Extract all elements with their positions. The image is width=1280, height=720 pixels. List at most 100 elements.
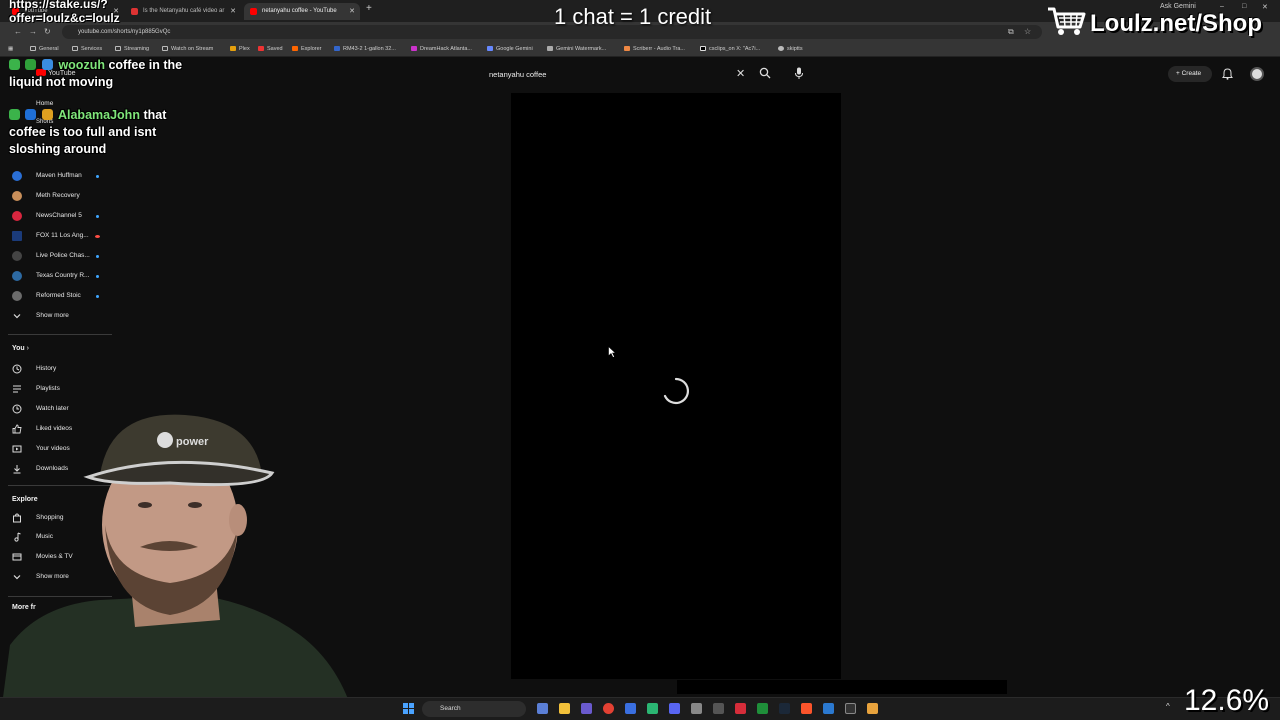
minimize-icon[interactable]: – xyxy=(1220,3,1224,10)
bookmark-saved[interactable]: Saved xyxy=(258,46,283,52)
scriberr-icon xyxy=(624,46,630,51)
notepad-icon[interactable] xyxy=(823,703,834,714)
bookmark-csclips[interactable]: csclips_on X: "Ac7i... xyxy=(700,46,760,52)
sidebar-subscription[interactable]: Maven Huffman xyxy=(0,168,115,184)
sidebar-item-playlists[interactable]: Playlists xyxy=(0,381,115,397)
explorer-icon xyxy=(292,46,298,51)
plex-icon xyxy=(230,46,236,51)
dreamhack-icon xyxy=(411,46,417,51)
sidebar-you-header[interactable]: You › xyxy=(12,345,29,352)
bookmark-gemini-watermark[interactable]: Gemini Watermark... xyxy=(547,46,606,52)
bookmark-rm43[interactable]: RM43-2 1-gallon 32... xyxy=(334,46,396,52)
bookmark-google-gemini[interactable]: Google Gemini xyxy=(487,46,533,52)
url-input[interactable]: youtube.com/shorts/ny1p885GvQc xyxy=(62,25,1042,39)
sidebar-subscription[interactable]: Reformed Stoic xyxy=(0,288,115,304)
new-content-dot xyxy=(96,215,99,218)
sidebar-subscription[interactable]: NewsChannel 5 xyxy=(0,208,115,224)
search-icon[interactable] xyxy=(759,67,771,79)
search-input[interactable]: netanyahu coffee xyxy=(482,63,752,85)
channel-avatar xyxy=(12,271,22,281)
close-tab-icon[interactable]: ✕ xyxy=(230,7,236,15)
channel-avatar xyxy=(12,171,22,181)
bookmark-streaming[interactable]: Streaming xyxy=(115,46,149,52)
maximize-icon[interactable]: □ xyxy=(1242,3,1246,10)
ask-gemini-button[interactable]: Ask Gemini xyxy=(1160,3,1196,10)
store-icon xyxy=(334,46,340,51)
gemini-icon xyxy=(487,46,493,51)
bookmark-scriberr[interactable]: Scriberr - Audio Tra... xyxy=(624,46,685,52)
windows-start-icon[interactable] xyxy=(403,703,414,714)
bookmark-dreamhack[interactable]: DreamHack Atlanta... xyxy=(411,46,472,52)
steam-icon[interactable] xyxy=(779,703,790,714)
channel-avatar xyxy=(12,291,22,301)
sidebar-item-history[interactable]: History xyxy=(0,361,115,377)
close-window-icon[interactable]: ✕ xyxy=(1262,3,1268,11)
calendar-app-icon[interactable] xyxy=(537,703,548,714)
sponsor-link-overlay: https://stake.us/? offer=loulz&c=loulz xyxy=(9,0,120,25)
install-icon[interactable]: ⧉ xyxy=(1008,27,1014,37)
clear-search-icon[interactable]: ✕ xyxy=(736,67,745,80)
back-icon[interactable]: ← xyxy=(14,27,22,36)
chat-message: AlabamaJohn that coffee is too full and … xyxy=(9,107,189,158)
folder-icon xyxy=(30,46,36,51)
streamer-webcam: power xyxy=(0,414,355,720)
channel-avatar xyxy=(12,231,22,241)
number-badge-icon xyxy=(25,109,37,120)
mouse-cursor-icon xyxy=(608,346,616,358)
tab-favicon-icon xyxy=(131,8,138,15)
app-icon[interactable] xyxy=(647,703,658,714)
brave-icon[interactable] xyxy=(801,703,812,714)
chat-username: AlabamaJohn xyxy=(57,108,140,122)
sidebar-subscription[interactable]: Meth Recovery xyxy=(0,188,115,204)
forward-icon[interactable]: → xyxy=(29,27,37,36)
bookmark-plex[interactable]: Plex xyxy=(230,46,250,52)
bookmark-skiptts[interactable]: skiptts xyxy=(778,46,803,52)
bookmarks-bar: ▦ General Services Streaming Watch on St… xyxy=(0,42,1280,57)
globe-icon xyxy=(778,46,784,51)
new-content-dot xyxy=(96,295,99,298)
notifications-bell-icon[interactable] xyxy=(1222,68,1233,80)
bookmark-star-icon[interactable]: ☆ xyxy=(1024,27,1031,36)
close-tab-icon[interactable]: ✕ xyxy=(349,7,355,15)
new-content-dot xyxy=(96,175,99,178)
terminal-icon[interactable] xyxy=(845,703,856,714)
bookmark-services[interactable]: Services xyxy=(72,46,102,52)
playlists-icon xyxy=(13,385,21,393)
sidebar-show-more-subscriptions[interactable]: Show more xyxy=(0,308,115,324)
xbox-icon[interactable] xyxy=(757,703,768,714)
app-icon[interactable] xyxy=(867,703,878,714)
new-tab-button[interactable]: + xyxy=(366,3,372,14)
checkmark-badge-icon xyxy=(9,59,20,70)
obs-icon[interactable] xyxy=(735,703,746,714)
player-bottom-strip xyxy=(677,680,1007,694)
chevron-right-icon: › xyxy=(26,345,29,352)
sidebar-subscription[interactable]: Texas Country R... xyxy=(0,268,115,284)
new-content-dot xyxy=(96,255,99,258)
tab-netanyahu-coffee[interactable]: netanyahu coffee - YouTube ✕ xyxy=(244,3,360,20)
app-icon[interactable] xyxy=(581,703,592,714)
app-icon[interactable] xyxy=(691,703,702,714)
account-avatar[interactable] xyxy=(1250,67,1264,81)
create-button[interactable]: + Create xyxy=(1168,66,1212,82)
folder-icon xyxy=(72,46,78,51)
shopping-cart-icon xyxy=(1048,7,1086,35)
new-content-dot xyxy=(96,275,99,278)
apps-icon[interactable]: ▦ xyxy=(8,46,13,52)
taskbar-search[interactable]: Search xyxy=(422,701,526,717)
app-icon[interactable] xyxy=(713,703,724,714)
chrome-icon[interactable] xyxy=(603,703,614,714)
discord-icon[interactable] xyxy=(669,703,680,714)
sidebar-subscription[interactable]: FOX 11 Los Ang... xyxy=(0,228,115,244)
live-indicator xyxy=(95,235,100,238)
app-icon[interactable] xyxy=(625,703,636,714)
reload-icon[interactable]: ↻ xyxy=(44,27,51,36)
channel-avatar xyxy=(12,211,22,221)
tab-netanyahu-article[interactable]: Is the Netanyahu café video ar ✕ xyxy=(125,3,241,20)
bookmark-general[interactable]: General xyxy=(30,46,59,52)
tray-chevron-up-icon[interactable]: ^ xyxy=(1166,702,1170,711)
bookmark-explorer[interactable]: Explorer xyxy=(292,46,321,52)
file-explorer-icon[interactable] xyxy=(559,703,570,714)
sidebar-subscription[interactable]: Live Police Chas... xyxy=(0,248,115,264)
bookmark-watch-on-stream[interactable]: Watch on Stream xyxy=(162,46,213,52)
microphone-icon[interactable] xyxy=(794,67,804,80)
